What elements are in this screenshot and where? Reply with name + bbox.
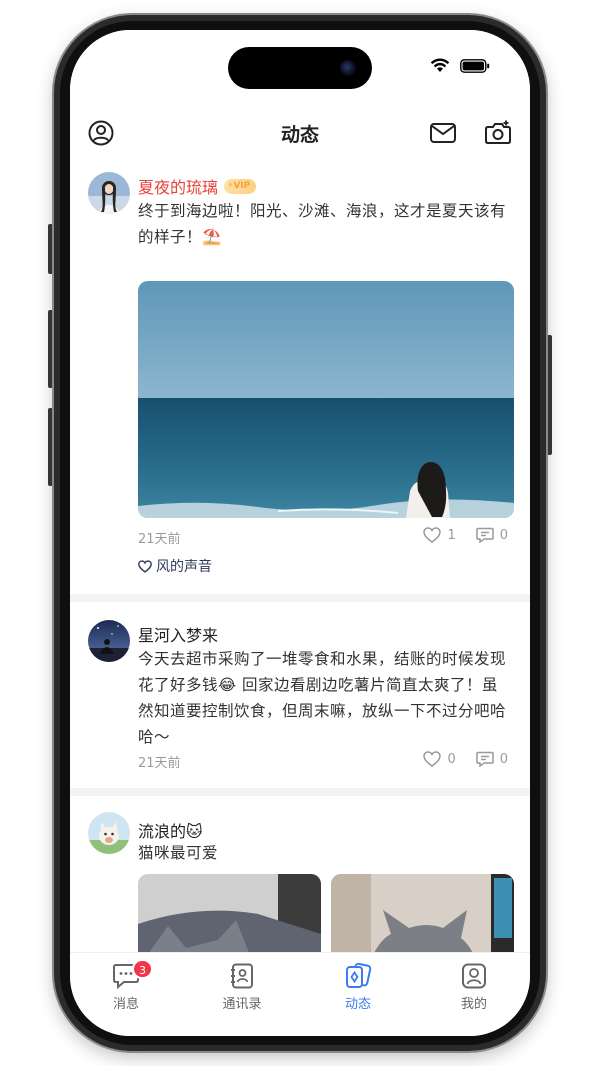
avatar[interactable] [88,172,130,214]
heart-icon [423,751,442,767]
post-time: 21天前 [138,756,181,771]
tab-contacts[interactable]: 通讯录 [202,963,282,1012]
moments-feed[interactable]: 夏夜的琉璃 ⚡ VIP 终于到海边啦！阳光、沙滩、海浪，这才是夏天该有的样子！⛱… [70,166,530,952]
status-bar [70,30,530,100]
tab-label: 动态 [344,997,371,1012]
tab-label: 我的 [460,997,487,1012]
post-text: 终于到海边啦！阳光、沙滩、海浪，这才是夏天该有的样子！⛱️ [138,202,507,246]
like-count: 0 [447,751,456,767]
cat-photo-2[interactable] [331,874,514,952]
action-button [48,224,53,274]
unread-badge: 3 [132,959,153,979]
post-username[interactable]: 星河入梦来 [138,622,218,646]
username-text: 星河入梦来 [138,626,219,645]
post-text: 今天去超市采购了一堆零食和水果，结账的时候发现花了好多钱😂 回家边看剧边吃薯片简… [138,650,507,746]
post-username[interactable]: 夏夜的琉璃 ⚡ VIP [138,174,257,198]
post-divider [70,788,530,796]
tab-label: 消息 [112,997,139,1012]
username-text: 流浪的🐱 [138,822,203,841]
power-button [547,335,552,455]
comment-button[interactable]: 0 [475,751,508,767]
volume-up-button [48,310,53,388]
post-username[interactable]: 流浪的🐱 [138,818,203,842]
comment-count: 0 [499,751,508,767]
top-navigation-bar: 动态 [70,100,530,166]
user-square-icon [462,963,486,989]
feed-post: 星河入梦来 今天去超市采购了一堆零食和水果，结账的时候发现花了好多钱😂 回家边看… [70,602,530,788]
mail-icon[interactable] [429,119,457,147]
comment-button[interactable]: 0 [475,527,508,543]
username-text: 夏夜的琉璃 [138,178,219,197]
page-title: 动态 [280,124,319,146]
liked-by-list[interactable]: 风的声音 [138,556,212,576]
app-screen: 动态 夏夜的琉璃 ⚡ VIP 终于到海边啦！阳光、沙滩、海浪，这才是夏天该有的样… [70,30,530,1036]
heart-icon [138,559,152,573]
comment-icon [475,527,494,543]
cat-photo-1[interactable] [138,874,321,952]
comment-icon [475,751,494,767]
feed-post: 流浪的🐱 猫咪最可爱 [70,796,530,952]
vip-label: VIP [233,181,251,191]
feed-post: 夏夜的琉璃 ⚡ VIP 终于到海边啦！阳光、沙滩、海浪，这才是夏天该有的样子！⛱… [70,166,530,594]
contacts-book-icon [231,963,253,989]
camera-icon[interactable] [484,119,512,147]
post-text: 猫咪最可爱 [138,844,219,862]
cards-icon [346,963,372,988]
avatar[interactable] [88,812,130,854]
vip-badge: ⚡ VIP [224,178,257,194]
battery-icon [460,58,490,73]
heart-icon [423,527,442,543]
volume-down-button [48,408,53,486]
tab-moments[interactable]: 动态 [318,963,398,1012]
like-button[interactable]: 0 [423,751,456,767]
liked-by-name: 风的声音 [156,559,212,575]
like-count: 1 [447,527,456,543]
tab-label: 通讯录 [222,997,262,1012]
post-divider [70,594,530,602]
bottom-tab-bar: 3 消息 通讯录 动态 我的 [70,952,530,1036]
tab-me[interactable]: 我的 [434,963,514,1012]
comment-count: 0 [499,527,508,543]
beach-photo[interactable] [138,281,514,518]
dynamic-island [228,47,372,89]
wifi-icon [430,58,450,72]
tab-messages[interactable]: 3 消息 [86,959,166,1012]
post-time: 21天前 [138,532,181,547]
like-button[interactable]: 1 [423,527,456,543]
avatar[interactable] [88,620,130,662]
